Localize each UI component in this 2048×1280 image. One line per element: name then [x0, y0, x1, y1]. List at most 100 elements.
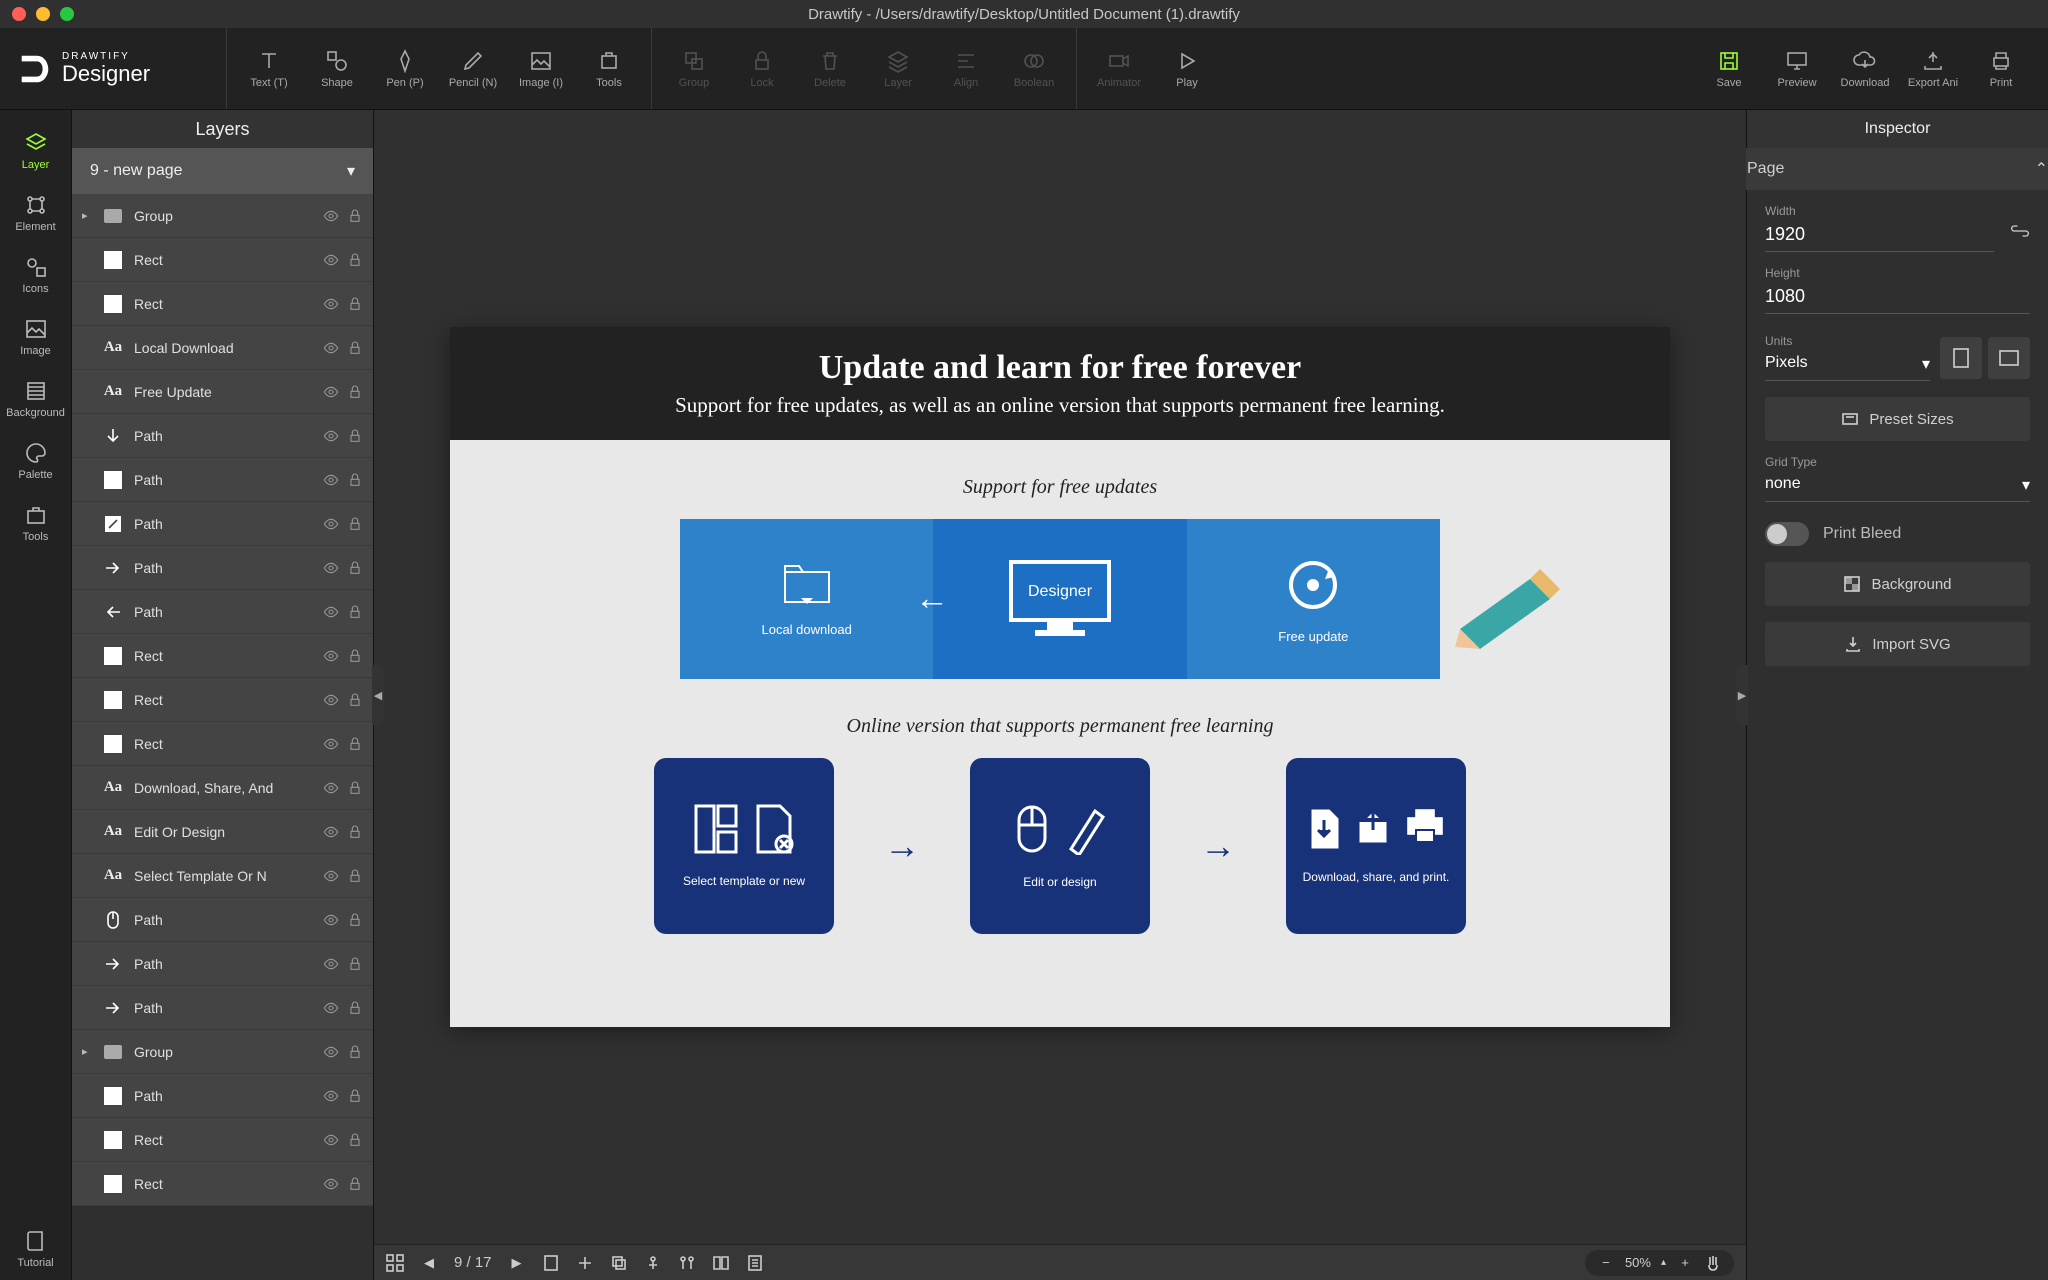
lock-icon[interactable] [347, 340, 363, 356]
next-page-button[interactable]: ▶ [508, 1254, 526, 1272]
page-selector[interactable]: 9 - new page ▾ [72, 148, 373, 194]
save-button[interactable]: Save [1698, 49, 1760, 89]
delete-button[interactable]: Delete [800, 39, 860, 99]
lock-icon[interactable] [347, 296, 363, 312]
lock-icon[interactable] [347, 912, 363, 928]
pan-button[interactable] [1704, 1254, 1722, 1272]
lock-icon[interactable] [347, 868, 363, 884]
preset-sizes-button[interactable]: Preset Sizes [1765, 397, 2030, 441]
grid-view-button[interactable] [386, 1254, 404, 1272]
visibility-icon[interactable] [323, 560, 339, 576]
lock-icon[interactable] [347, 736, 363, 752]
preview-button[interactable]: Preview [1766, 49, 1828, 89]
layer-item[interactable]: Path [72, 898, 373, 942]
layer-item[interactable]: Path [72, 942, 373, 986]
layer-item[interactable]: Rect [72, 678, 373, 722]
add-page-button[interactable] [576, 1254, 594, 1272]
image-tool-button[interactable]: Image (I) [511, 39, 571, 99]
landscape-orientation-button[interactable] [1988, 337, 2030, 379]
lock-icon[interactable] [347, 1088, 363, 1104]
minimize-window-button[interactable] [36, 7, 50, 21]
zoom-out-button[interactable]: − [1597, 1254, 1615, 1272]
visibility-icon[interactable] [323, 516, 339, 532]
visibility-icon[interactable] [323, 692, 339, 708]
units-select[interactable]: Pixels▾ [1765, 348, 1930, 381]
page-section-toggle[interactable]: Page ⌃ [1729, 148, 2048, 190]
visibility-icon[interactable] [323, 1132, 339, 1148]
play-button[interactable]: Play [1157, 39, 1217, 99]
collapse-left-panel[interactable]: ◀ [372, 665, 384, 725]
lock-icon[interactable] [347, 956, 363, 972]
visibility-icon[interactable] [323, 340, 339, 356]
master-page-button[interactable] [644, 1254, 662, 1272]
lock-icon[interactable] [347, 252, 363, 268]
shape-tool-button[interactable]: Shape [307, 39, 367, 99]
group-button[interactable]: Group [664, 39, 724, 99]
layer-item[interactable]: AaSelect Template Or N [72, 854, 373, 898]
visibility-icon[interactable] [323, 912, 339, 928]
layer-item[interactable]: AaFree Update [72, 370, 373, 414]
layer-item[interactable]: AaEdit Or Design [72, 810, 373, 854]
background-button[interactable]: Background [1765, 562, 2030, 606]
lock-icon[interactable] [347, 384, 363, 400]
layer-item[interactable]: ▸Group [72, 194, 373, 238]
lock-button[interactable]: Lock [732, 39, 792, 99]
visibility-icon[interactable] [323, 296, 339, 312]
duplicate-page-button[interactable] [610, 1254, 628, 1272]
portrait-orientation-button[interactable] [1940, 337, 1982, 379]
lock-icon[interactable] [347, 604, 363, 620]
import-svg-button[interactable]: Import SVG [1765, 622, 2030, 666]
layer-item[interactable]: Path [72, 458, 373, 502]
pencil-tool-button[interactable]: Pencil (N) [443, 39, 503, 99]
single-view-button[interactable] [746, 1254, 764, 1272]
lock-icon[interactable] [347, 1132, 363, 1148]
rail-tools[interactable]: Tools [0, 492, 72, 554]
layer-item[interactable]: AaLocal Download [72, 326, 373, 370]
book-view-button[interactable] [712, 1254, 730, 1272]
visibility-icon[interactable] [323, 824, 339, 840]
layer-item[interactable]: Rect [72, 1162, 373, 1206]
visibility-icon[interactable] [323, 1000, 339, 1016]
rail-tutorial[interactable]: Tutorial [0, 1218, 72, 1280]
visibility-icon[interactable] [323, 1044, 339, 1060]
lock-icon[interactable] [347, 780, 363, 796]
layer-item[interactable]: Rect [72, 282, 373, 326]
width-input[interactable] [1765, 218, 1994, 252]
zoom-level[interactable]: 50% [1625, 1255, 1651, 1270]
print-bleed-toggle[interactable] [1765, 522, 1809, 546]
visibility-icon[interactable] [323, 472, 339, 488]
expand-icon[interactable]: ▸ [82, 209, 92, 222]
layer-item[interactable]: ▸Group [72, 1030, 373, 1074]
visibility-icon[interactable] [323, 1176, 339, 1192]
rail-background[interactable]: Background [0, 368, 72, 430]
layer-item[interactable]: Path [72, 502, 373, 546]
layer-item[interactable]: Rect [72, 1118, 373, 1162]
expand-icon[interactable]: ▸ [82, 1045, 92, 1058]
visibility-icon[interactable] [323, 780, 339, 796]
visibility-icon[interactable] [323, 736, 339, 752]
arrange-button[interactable] [678, 1254, 696, 1272]
close-window-button[interactable] [12, 7, 26, 21]
rail-icons[interactable]: Icons [0, 244, 72, 306]
layer-item[interactable]: Path [72, 590, 373, 634]
lock-icon[interactable] [347, 1000, 363, 1016]
visibility-icon[interactable] [323, 384, 339, 400]
lock-icon[interactable] [347, 648, 363, 664]
layer-item[interactable]: Path [72, 546, 373, 590]
maximize-window-button[interactable] [60, 7, 74, 21]
visibility-icon[interactable] [323, 648, 339, 664]
animator-button[interactable]: Animator [1089, 39, 1149, 99]
lock-icon[interactable] [347, 560, 363, 576]
layer-item[interactable]: AaDownload, Share, And [72, 766, 373, 810]
collapse-right-panel[interactable]: ▶ [1736, 665, 1748, 725]
rail-element[interactable]: Element [0, 182, 72, 244]
visibility-icon[interactable] [323, 252, 339, 268]
lock-icon[interactable] [347, 824, 363, 840]
text-tool-button[interactable]: Text (T) [239, 39, 299, 99]
layer-item[interactable]: Path [72, 1074, 373, 1118]
lock-icon[interactable] [347, 208, 363, 224]
download-button[interactable]: Download [1834, 49, 1896, 89]
layer-button[interactable]: Layer [868, 39, 928, 99]
grid-type-select[interactable]: none▾ [1765, 469, 2030, 502]
align-button[interactable]: Align [936, 39, 996, 99]
